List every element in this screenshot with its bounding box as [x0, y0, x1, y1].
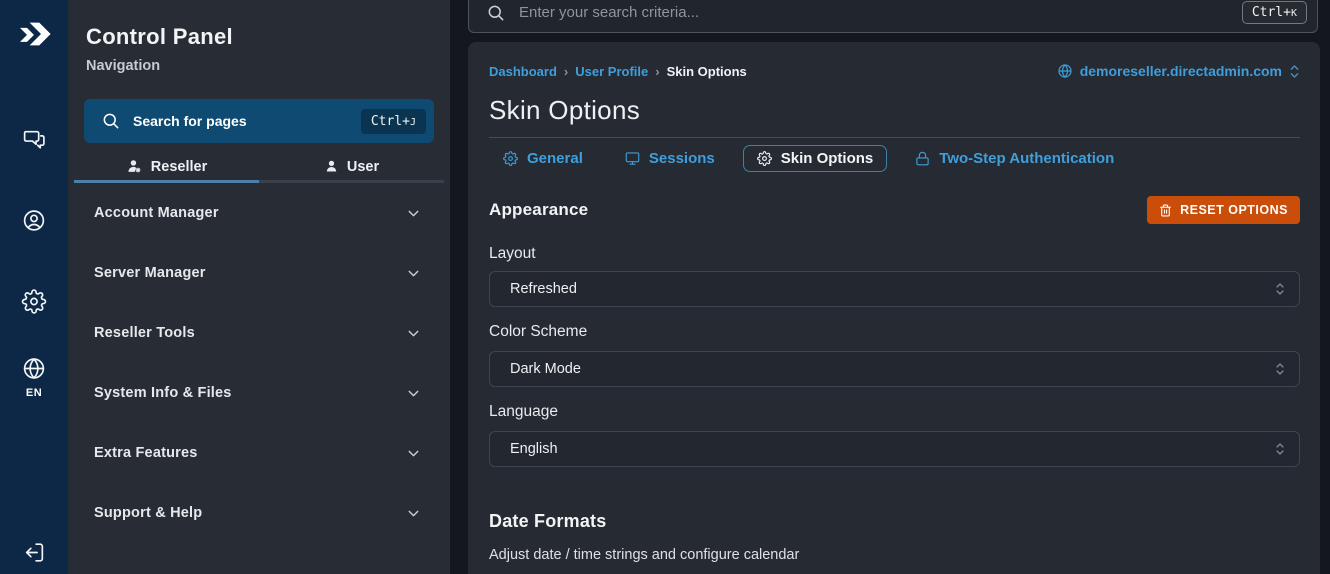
domain-selector[interactable]: demoreseller.directadmin.com [1057, 63, 1300, 79]
main-area: Ctrl+K Dashboard › User Profile › Skin O… [450, 0, 1330, 574]
app-window: EN Control Panel Navigation Ctrl+J [0, 0, 1330, 574]
search-icon [101, 111, 121, 131]
breadcrumb: Dashboard › User Profile › Skin Options [489, 64, 747, 79]
sidebar-tab-label: User [346, 158, 380, 175]
sidebar-tab-user[interactable]: User [259, 153, 444, 180]
profile-tab-bar: General Sessions Skin Options Two-Step A… [489, 145, 1300, 172]
logout-icon[interactable] [22, 540, 47, 565]
monitor-icon [625, 151, 640, 166]
chevron-down-icon [405, 385, 422, 402]
page-title: Skin Options [489, 95, 641, 125]
breadcrumb-current: Skin Options [666, 63, 747, 79]
sidebar-search-input[interactable] [133, 113, 361, 129]
breadcrumb-dashboard[interactable]: Dashboard [489, 64, 557, 79]
tab-general[interactable]: General [489, 145, 597, 172]
sidebar-search[interactable]: Ctrl+J [84, 99, 434, 143]
chevron-down-icon [405, 505, 422, 522]
sidebar-title: Control Panel [86, 24, 233, 49]
content-card: Dashboard › User Profile › Skin Options … [468, 42, 1320, 574]
search-icon [486, 3, 506, 23]
chevron-down-icon [405, 325, 422, 342]
chevron-down-icon [405, 205, 422, 222]
language-code-label: EN [25, 387, 43, 399]
date-formats-heading: Date Formats [489, 511, 607, 531]
chevron-down-icon [405, 445, 422, 462]
language-globe-icon[interactable] [22, 356, 47, 381]
sidebar-item-extra-features[interactable]: Extra Features [68, 423, 450, 483]
layout-select-value: Refreshed [510, 281, 577, 297]
global-search-bar[interactable]: Ctrl+K [468, 0, 1318, 33]
domain-name: demoreseller.directadmin.com [1079, 63, 1282, 79]
sidebar-item-system-info-files[interactable]: System Info & Files [68, 363, 450, 423]
color-scheme-select[interactable]: Dark Mode [489, 351, 1300, 387]
color-scheme-label: Color Scheme [489, 323, 588, 340]
directadmin-logo-icon[interactable] [13, 13, 55, 55]
breadcrumb-user-profile[interactable]: User Profile [575, 64, 648, 79]
chat-icon[interactable] [22, 127, 47, 152]
navigation-sidebar: Control Panel Navigation Ctrl+J [68, 0, 450, 574]
sort-chevrons-icon [1275, 442, 1285, 456]
sort-chevrons-icon [1289, 64, 1300, 79]
sidebar-tab-reseller[interactable]: Reseller [74, 153, 259, 180]
layout-select[interactable]: Refreshed [489, 271, 1300, 307]
tab-two-step-authentication[interactable]: Two-Step Authentication [901, 145, 1128, 172]
reseller-person-gear-icon [126, 158, 143, 175]
lock-icon [915, 151, 930, 166]
sidebar-subtitle: Navigation [86, 58, 161, 74]
layout-label: Layout [489, 245, 536, 262]
icon-rail: EN [0, 0, 68, 574]
chevron-down-icon [405, 265, 422, 282]
global-search-shortcut: Ctrl+K [1241, 0, 1307, 24]
breadcrumb-separator: › [563, 63, 569, 79]
sidebar-search-shortcut: Ctrl+J [360, 108, 426, 134]
tab-sessions[interactable]: Sessions [611, 145, 729, 172]
date-formats-description: Adjust date / time strings and configure… [489, 547, 800, 563]
sort-chevrons-icon [1275, 362, 1285, 376]
sidebar-tab-bar: Reseller User [74, 153, 444, 180]
sort-chevrons-icon [1275, 282, 1285, 296]
sidebar-item-server-manager[interactable]: Server Manager [68, 243, 450, 303]
title-divider [489, 137, 1300, 138]
profile-icon[interactable] [22, 208, 47, 233]
gear-icon [503, 151, 518, 166]
globe-icon [1057, 63, 1073, 79]
reset-options-button[interactable]: RESET OPTIONS [1147, 196, 1300, 224]
language-select-value: English [510, 441, 558, 457]
sidebar-tab-label: Reseller [150, 158, 208, 175]
appearance-heading: Appearance [489, 200, 589, 219]
breadcrumb-separator: › [655, 63, 660, 79]
sidebar-menu: Account Manager Server Manager Reseller … [68, 183, 450, 543]
trash-icon [1159, 204, 1172, 217]
tab-skin-options[interactable]: Skin Options [742, 145, 888, 172]
sidebar-item-reseller-tools[interactable]: Reseller Tools [68, 303, 450, 363]
language-select[interactable]: English [489, 431, 1300, 467]
color-scheme-select-value: Dark Mode [510, 361, 581, 377]
global-search-input[interactable] [519, 4, 1242, 21]
settings-gear-icon[interactable] [21, 289, 47, 314]
user-person-icon [324, 159, 339, 174]
language-label: Language [489, 403, 558, 420]
sidebar-item-support-help[interactable]: Support & Help [68, 483, 450, 543]
gear-icon [756, 151, 772, 166]
sidebar-item-account-manager[interactable]: Account Manager [68, 183, 450, 243]
